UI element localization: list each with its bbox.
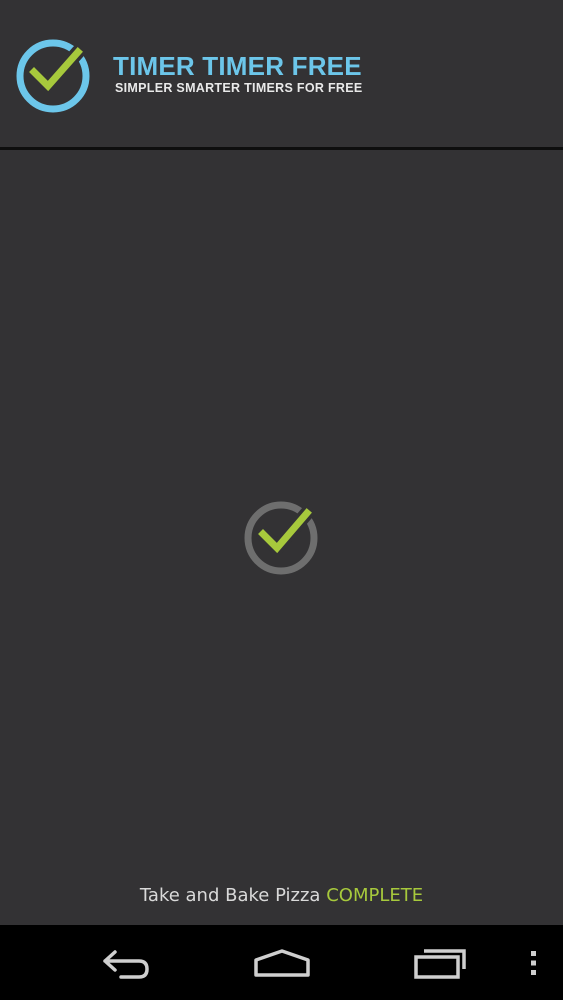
home-button[interactable] (232, 925, 332, 1000)
check-circle-icon (16, 39, 90, 113)
back-button[interactable] (75, 925, 175, 1000)
recent-apps-icon (414, 948, 466, 979)
home-icon (254, 948, 310, 977)
app-header: TIMER TIMER FREE SIMPLER SMARTER TIMERS … (0, 0, 563, 147)
timer-name: Take and Bake Pizza (139, 885, 321, 906)
check-circle-icon (244, 501, 318, 575)
timer-state: COMPLETE (326, 885, 424, 906)
back-icon (103, 949, 149, 979)
overflow-menu-button[interactable] (515, 925, 551, 1000)
timer-status: Take and Bake Pizza COMPLETE (0, 885, 563, 906)
overflow-menu-icon (531, 950, 536, 975)
app-title: TIMER TIMER FREE (113, 51, 362, 81)
system-navbar (0, 925, 563, 1000)
app-subtitle: SIMPLER SMARTER TIMERS FOR FREE (115, 81, 363, 95)
recent-apps-button[interactable] (390, 925, 490, 1000)
